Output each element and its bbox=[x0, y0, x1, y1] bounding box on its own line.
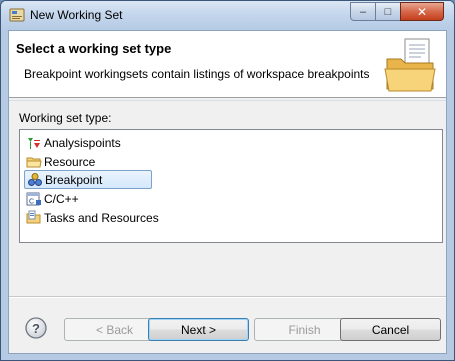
svg-text:C: C bbox=[29, 198, 34, 205]
list-item-label: Analysispoints bbox=[44, 135, 121, 150]
tasks-resources-icon bbox=[26, 210, 41, 223]
eclipse-app-icon bbox=[9, 8, 25, 22]
cpp-project-icon: C bbox=[26, 192, 41, 205]
wizard-title: Select a working set type bbox=[16, 41, 172, 56]
list-item-c-cpp[interactable]: C C/C++ bbox=[24, 189, 79, 208]
cancel-button[interactable]: Cancel bbox=[340, 318, 441, 341]
title-bar[interactable]: New Working Set ‒ □ ✕ bbox=[1, 1, 454, 31]
dialog-body: Select a working set type Breakpoint wor… bbox=[8, 30, 447, 354]
working-set-type-label: Working set type: bbox=[19, 111, 112, 125]
help-icon[interactable]: ? bbox=[25, 317, 47, 339]
wizard-header: Select a working set type Breakpoint wor… bbox=[9, 31, 446, 98]
next-button[interactable]: Next > bbox=[148, 318, 249, 341]
wizard-description: Breakpoint workingsets contain listings … bbox=[24, 67, 370, 81]
list-item-breakpoint[interactable]: Breakpoint bbox=[24, 170, 152, 189]
list-item-label: C/C++ bbox=[44, 191, 79, 206]
working-set-type-list[interactable]: Analysispoints Resource Breakpoint C C/C… bbox=[19, 129, 443, 243]
breakpoint-icon bbox=[28, 172, 42, 186]
analysispoints-icon bbox=[28, 137, 40, 149]
list-item-analysispoints[interactable]: Analysispoints bbox=[24, 133, 121, 152]
folder-document-icon bbox=[384, 38, 436, 92]
close-button[interactable]: ✕ bbox=[400, 2, 444, 21]
header-separator bbox=[9, 100, 446, 101]
minimize-button[interactable]: ‒ bbox=[350, 2, 376, 21]
maximize-button[interactable]: □ bbox=[375, 2, 401, 21]
svg-text:?: ? bbox=[32, 321, 40, 336]
list-item-tasks-and-resources[interactable]: Tasks and Resources bbox=[24, 208, 159, 227]
new-working-set-dialog: New Working Set ‒ □ ✕ Select a working s… bbox=[0, 0, 455, 361]
list-item-label: Resource bbox=[44, 154, 96, 169]
list-item-label: Breakpoint bbox=[45, 172, 103, 187]
window-title: New Working Set bbox=[30, 8, 123, 22]
resource-folder-icon bbox=[26, 157, 42, 167]
button-bar-separator bbox=[9, 296, 446, 298]
list-item-label: Tasks and Resources bbox=[44, 210, 159, 225]
list-item-resource[interactable]: Resource bbox=[24, 152, 95, 171]
